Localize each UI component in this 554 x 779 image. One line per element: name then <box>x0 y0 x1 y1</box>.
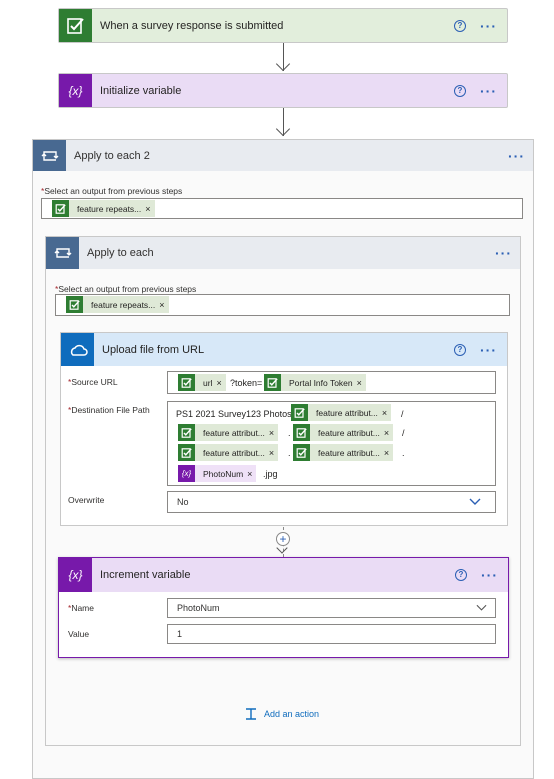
survey-icon <box>178 374 195 391</box>
help-icon[interactable]: ? <box>455 569 467 581</box>
url-token[interactable]: url × <box>178 374 226 391</box>
remove-token-icon[interactable]: × <box>216 378 225 388</box>
survey-icon <box>264 374 281 391</box>
destination-path-label: *Destination File Path <box>68 405 150 415</box>
more-options-icon[interactable]: ··· <box>508 149 525 163</box>
extension-text: .jpg <box>263 469 278 479</box>
arrow-down-icon <box>275 121 291 137</box>
upload-file-title: Upload file from URL <box>102 343 205 356</box>
remove-token-icon[interactable]: × <box>269 448 278 458</box>
apply1-select-label: *Select an output from previous steps <box>55 284 197 294</box>
arrow-down-icon <box>275 56 291 72</box>
variable-icon: {x} <box>59 558 92 592</box>
apply-to-each-header[interactable]: Apply to each ··· <box>46 237 520 269</box>
survey-icon <box>178 444 195 461</box>
photonum-variable-token[interactable]: {x} PhotoNum × <box>178 465 257 482</box>
trigger-card[interactable]: When a survey response is submitted ? ··… <box>58 8 508 43</box>
increment-variable-title: Increment variable <box>100 569 191 581</box>
loop-icon <box>46 237 79 269</box>
initialize-variable-card[interactable]: {x} Initialize variable ? ··· <box>58 73 508 108</box>
overwrite-select[interactable]: No <box>167 491 496 513</box>
remove-token-icon[interactable]: × <box>357 378 366 388</box>
apply2-select-label: *Select an output from previous steps <box>41 186 183 196</box>
apply-to-each-2-header[interactable]: Apply to each 2 ··· <box>33 140 533 171</box>
slash-text: / <box>402 428 405 438</box>
survey-icon <box>291 404 308 421</box>
add-action-button[interactable]: Add an action <box>244 707 319 721</box>
dot-text: . <box>402 448 405 458</box>
more-options-icon[interactable]: ··· <box>480 19 497 33</box>
help-icon[interactable]: ? <box>454 19 466 32</box>
add-action-icon <box>246 708 256 720</box>
dot-text: . <box>288 448 291 458</box>
feature-attribute-token[interactable]: feature attribut... × <box>291 404 392 421</box>
remove-token-icon[interactable]: × <box>269 428 278 438</box>
token-query-text: ?token= <box>230 378 263 388</box>
survey-icon <box>293 444 310 461</box>
initialize-variable-title: Initialize variable <box>100 84 182 97</box>
value-text: 1 <box>177 629 183 639</box>
more-options-icon[interactable]: ··· <box>495 246 512 260</box>
value-input[interactable]: 1 <box>167 624 496 644</box>
increment-variable-header[interactable]: {x} Increment variable ? ··· <box>59 558 508 592</box>
value-label: Value <box>68 629 90 639</box>
overwrite-value: No <box>177 497 189 507</box>
apply-to-each-2-title: Apply to each 2 <box>74 149 150 162</box>
chevron-down-icon <box>469 498 481 505</box>
loop-icon <box>33 140 66 171</box>
feature-attribute-token[interactable]: feature attribut... × <box>293 444 394 461</box>
portal-info-token[interactable]: Portal Info Token × <box>264 374 366 391</box>
remove-token-icon[interactable]: × <box>145 204 154 214</box>
apply-to-each-title: Apply to each <box>87 247 154 259</box>
trigger-title: When a survey response is submitted <box>100 19 284 32</box>
onedrive-icon <box>61 333 94 366</box>
feature-attribute-token[interactable]: feature attribut... × <box>178 444 279 461</box>
chevron-down-icon <box>476 604 487 611</box>
feature-attribute-token[interactable]: feature attribut... × <box>293 424 394 441</box>
destination-prefix-text: PS1 2021 Survey123 Photos/ <box>176 409 295 419</box>
variable-name-value: PhotoNum <box>177 603 220 613</box>
remove-token-icon[interactable]: × <box>247 469 256 479</box>
remove-token-icon[interactable]: × <box>384 428 393 438</box>
survey-icon <box>59 9 92 42</box>
remove-token-icon[interactable]: × <box>384 448 393 458</box>
slash-text: / <box>401 409 404 419</box>
overwrite-label: Overwrite <box>68 495 105 505</box>
more-options-icon[interactable]: ··· <box>481 568 498 582</box>
apply2-output-token[interactable]: feature repeats... × <box>52 200 155 217</box>
survey-icon <box>52 200 69 217</box>
survey-icon <box>66 296 83 313</box>
survey-icon <box>178 424 195 441</box>
more-options-icon[interactable]: ··· <box>480 84 497 98</box>
variable-icon: {x} <box>59 74 92 107</box>
variable-name-select[interactable]: PhotoNum <box>167 598 496 618</box>
variable-icon: {x} <box>178 465 195 482</box>
apply1-output-token[interactable]: feature repeats... × <box>66 296 169 313</box>
more-options-icon[interactable]: ··· <box>480 343 497 357</box>
add-action-label: Add an action <box>264 709 320 719</box>
upload-file-header[interactable]: Upload file from URL ? ··· <box>61 333 507 366</box>
survey-icon <box>293 424 310 441</box>
feature-attribute-token[interactable]: feature attribut... × <box>178 424 279 441</box>
help-icon[interactable]: ? <box>454 84 466 97</box>
source-url-label: *Source URL <box>68 377 118 387</box>
dot-text: . <box>288 428 291 438</box>
help-icon[interactable]: ? <box>454 343 466 356</box>
name-label: *Name <box>68 603 94 613</box>
remove-token-icon[interactable]: × <box>159 300 168 310</box>
remove-token-icon[interactable]: × <box>382 408 391 418</box>
